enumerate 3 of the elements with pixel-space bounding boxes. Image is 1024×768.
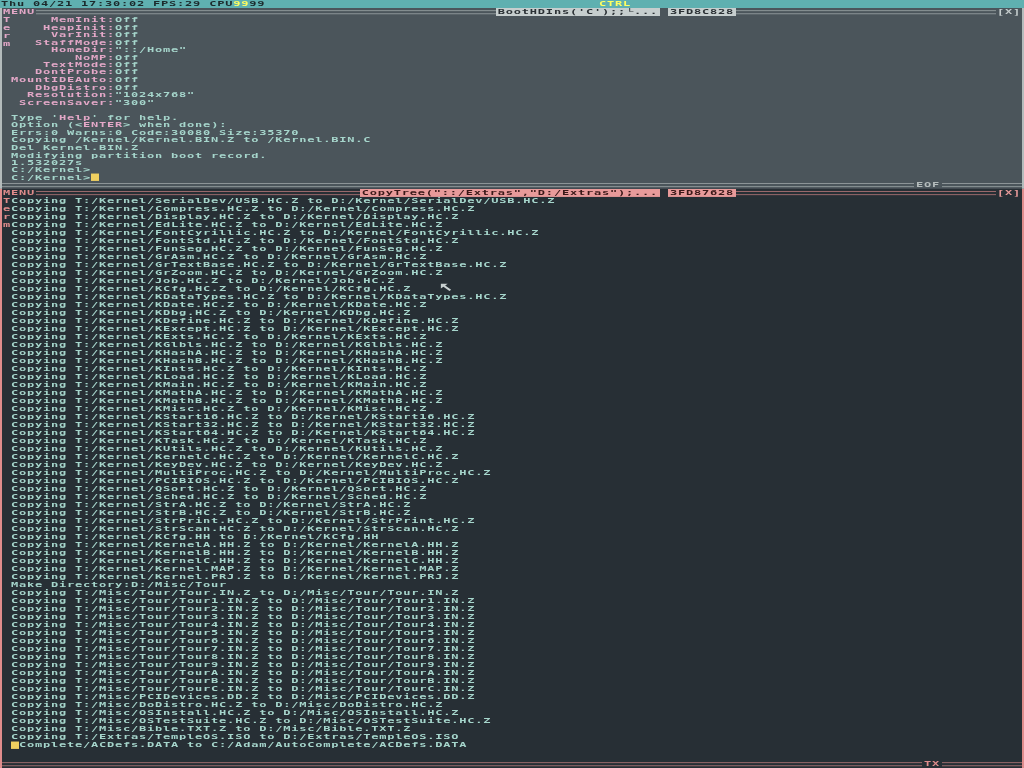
mouse-pointer-icon (440, 283, 452, 292)
text-cursor (91, 173, 100, 182)
text-cursor (11, 741, 19, 749)
